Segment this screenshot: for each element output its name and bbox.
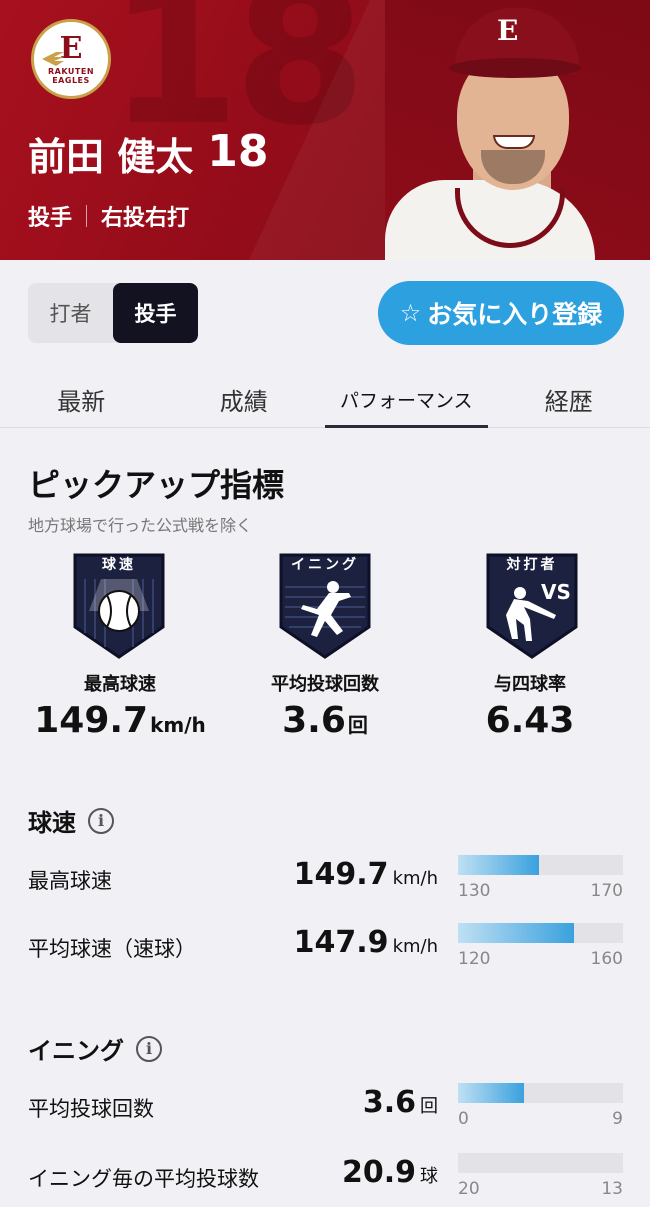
stat-label: 最高球速 (28, 869, 112, 893)
metric-unit: km/h (150, 713, 206, 737)
section-innings-title: イニング i (28, 1031, 162, 1066)
section-title-text: イニング (28, 1037, 124, 1065)
scale-min: 0 (458, 1109, 469, 1129)
stat-value: 3.6 回 (363, 1085, 438, 1120)
favorite-button[interactable]: ☆ お気に入り登録 (378, 281, 624, 345)
scale-min: 20 (458, 1179, 480, 1199)
stat-value: 147.9 km/h (294, 925, 438, 960)
batter-pitcher-toggle: 打者 投手 (28, 283, 198, 343)
stat-value-number: 3.6 (362, 1085, 416, 1120)
stat-row: イニング毎の平均投球数 20.9 球 20 13 (0, 1153, 650, 1207)
toggle-pitcher[interactable]: 投手 (113, 283, 198, 343)
section-velocity-title: 球速 i (28, 803, 114, 838)
pickup-title: ピックアップ指標 (28, 466, 285, 504)
info-icon[interactable]: i (88, 807, 114, 834)
team-logo: E RAKUTEN EAGLES (31, 19, 111, 99)
metric-name: 与四球率 (494, 674, 566, 695)
stat-row: 平均球速（速球） 147.9 km/h 120 160 (0, 923, 650, 983)
stat-bar-fill (458, 1083, 524, 1103)
player-throw-bat: 右投右打 (101, 206, 190, 231)
stat-unit: km/h (392, 936, 438, 957)
badge-label: 対打者 (506, 557, 558, 573)
info-icon[interactable]: i (136, 1035, 162, 1062)
metric-unit: 回 (347, 713, 368, 737)
favorite-label: お気に入り登録 (427, 300, 603, 329)
tab-stats[interactable]: 成績 (163, 368, 326, 427)
scale-min: 120 (458, 949, 491, 969)
badge-label: イニング (291, 557, 359, 573)
svg-text:VS: VS (541, 580, 571, 604)
tab-career[interactable]: 経歴 (488, 368, 650, 427)
metric-value-number: 149.7 (34, 700, 149, 741)
player-role: 投手 右投右打 (28, 200, 189, 232)
scale-max: 170 (590, 881, 623, 901)
stat-value: 149.7 km/h (294, 857, 438, 892)
stat-bar (458, 855, 623, 875)
toggle-batter[interactable]: 打者 (28, 283, 113, 343)
logo-text: RAKUTEN (47, 66, 95, 76)
logo-text-2: EAGLES (52, 75, 90, 85)
badge-label: 球速 (102, 557, 136, 573)
wing-icon (42, 52, 64, 66)
section-title-text: 球速 (28, 809, 76, 837)
player-name: 前田 健太 18 (28, 126, 268, 181)
stat-unit: 球 (420, 1166, 438, 1187)
stat-unit: km/h (392, 868, 438, 889)
scale-max: 13 (601, 1179, 623, 1199)
tab-latest[interactable]: 最新 (0, 368, 163, 427)
batter-badge: VS 対打者 (484, 553, 580, 659)
inning-badge: イニング (277, 553, 373, 659)
scale-max: 160 (590, 949, 623, 969)
metric-name: 平均投球回数 (271, 674, 379, 695)
divider (86, 205, 88, 227)
metric-value: 6.43 (420, 700, 640, 741)
tab-performance[interactable]: パフォーマンス (325, 368, 488, 428)
uniform-number: 18 (207, 126, 269, 177)
stat-bar-fill (458, 923, 574, 943)
stat-value-number: 147.9 (293, 925, 389, 960)
pickup-subtitle: 地方球場で行った公式戦を除く (28, 516, 253, 535)
stat-label: 平均球速（速球） (28, 937, 196, 961)
metric-name: 最高球速 (84, 674, 156, 695)
stat-label: 平均投球回数 (28, 1097, 154, 1121)
scale-min: 130 (458, 881, 491, 901)
metric-value-number: 6.43 (485, 700, 575, 741)
stat-bar (458, 1083, 623, 1103)
tab-bar: 最新 成績 パフォーマンス 経歴 (0, 368, 650, 428)
stat-value: 20.9 球 (342, 1155, 438, 1190)
scale-max: 9 (612, 1109, 623, 1129)
player-position: 投手 (28, 206, 73, 231)
stat-bar-fill (458, 855, 539, 875)
metric-value-number: 3.6 (282, 700, 346, 741)
stat-value-number: 149.7 (293, 857, 389, 892)
stat-bar (458, 1153, 623, 1173)
metric-value: 149.7 km/h (10, 700, 230, 741)
stat-bar (458, 923, 623, 943)
player-photo: E (385, 0, 650, 260)
stat-row: 平均投球回数 3.6 回 0 9 (0, 1083, 650, 1143)
player-name-text: 前田 健太 (28, 135, 194, 179)
player-header: 18 E RAKUTEN EAGLES 前田 健太 18 投手 右投右打 E (0, 0, 650, 260)
velocity-badge: 球速 (71, 553, 167, 659)
metric-value: 3.6 回 (215, 700, 435, 741)
stat-value-number: 20.9 (341, 1155, 416, 1190)
star-outline-icon: ☆ (399, 299, 422, 327)
stat-row: 最高球速 149.7 km/h 130 170 (0, 855, 650, 915)
stat-label: イニング毎の平均投球数 (28, 1167, 259, 1191)
stat-unit: 回 (420, 1096, 438, 1117)
